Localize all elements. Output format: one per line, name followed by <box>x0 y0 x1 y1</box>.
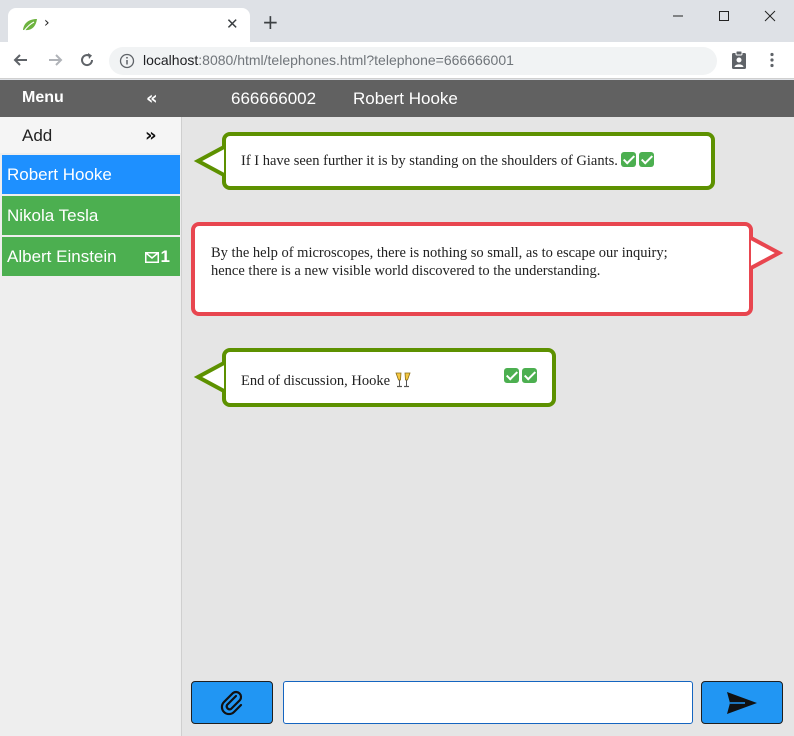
unread-count: 1 <box>160 247 170 266</box>
back-icon[interactable] <box>12 51 30 69</box>
add-contact-row[interactable]: Add » <box>0 117 181 153</box>
envelope-icon <box>144 252 159 264</box>
menu-title: Menu <box>22 89 64 106</box>
message-bubble-incoming: If I have seen further it is by standing… <box>193 132 715 190</box>
contacts-sidebar: Add » Robert Hooke Nikola Tesla Albert E… <box>0 117 182 736</box>
new-tab-button[interactable]: + <box>262 12 279 32</box>
send-button[interactable] <box>701 681 783 724</box>
collapse-menu-icon[interactable]: « <box>146 88 158 109</box>
expand-icon[interactable]: » <box>145 125 157 146</box>
contact-name: Nikola Tesla <box>7 206 99 225</box>
check-icon <box>620 152 636 167</box>
contact-name: Robert Hooke <box>7 165 112 184</box>
attach-button[interactable] <box>191 681 273 724</box>
message-text: End of discussion, Hooke <box>241 373 391 389</box>
browser-toolbar: localhost:8080/html/telephones.html?tele… <box>0 42 794 79</box>
forward-icon[interactable] <box>46 51 64 69</box>
tab-close-icon[interactable]: ✕ <box>226 15 239 33</box>
minimize-icon[interactable] <box>670 8 686 24</box>
url-text: localhost:8080/html/telephones.html?tele… <box>143 52 514 68</box>
bubble-tail <box>193 145 225 177</box>
tab-bar: › ✕ + <box>0 0 794 42</box>
message-input[interactable] <box>283 681 693 724</box>
kebab-menu-icon[interactable] <box>763 51 781 69</box>
send-icon <box>727 692 757 714</box>
paperclip-icon <box>220 690 243 716</box>
clipboard-account-icon[interactable] <box>730 50 748 70</box>
add-contact-label: Add <box>22 126 53 145</box>
check-icon <box>638 152 654 167</box>
browser-window: › ✕ + localhost:8080/html/telephones.htm… <box>0 0 794 736</box>
check-icon <box>522 368 537 383</box>
info-icon[interactable] <box>119 53 135 69</box>
contact-item-albert-einstein[interactable]: Albert Einstein 1 <box>2 237 180 276</box>
conversation-panel: If I have seen further it is by standing… <box>182 117 794 736</box>
message-bubble-outgoing: By the help of microscopes, there is not… <box>191 222 784 316</box>
bubble-tail <box>750 236 784 270</box>
browser-tab[interactable]: › ✕ <box>8 8 250 42</box>
maximize-icon[interactable] <box>716 8 732 24</box>
close-window-icon[interactable] <box>762 8 778 24</box>
reload-icon[interactable] <box>78 51 96 69</box>
contact-item-robert-hooke[interactable]: Robert Hooke <box>2 155 180 194</box>
message-text: If I have seen further it is by standing… <box>241 153 618 169</box>
message-text: By the help of microscopes, there is not… <box>211 245 668 279</box>
unread-badge: 1 <box>144 247 170 267</box>
url-host: localhost <box>143 52 199 68</box>
address-bar[interactable]: localhost:8080/html/telephones.html?tele… <box>109 47 717 75</box>
tab-title: › <box>44 15 50 31</box>
conversation-name: Robert Hooke <box>353 89 458 108</box>
url-path: :8080/html/telephones.html?telephone=666… <box>198 52 514 68</box>
conversation-phone: 666666002 <box>231 89 317 108</box>
bubble-tail <box>193 361 225 393</box>
check-icon <box>504 368 519 383</box>
contact-item-nikola-tesla[interactable]: Nikola Tesla <box>2 196 180 235</box>
message-bubble-incoming: End of discussion, Hooke <box>193 348 556 407</box>
contact-name: Albert Einstein <box>7 247 117 266</box>
clinking-glasses-icon <box>395 372 411 388</box>
leaf-icon <box>23 19 37 32</box>
app-header: Menu « 666666002 Robert Hooke <box>0 80 794 117</box>
